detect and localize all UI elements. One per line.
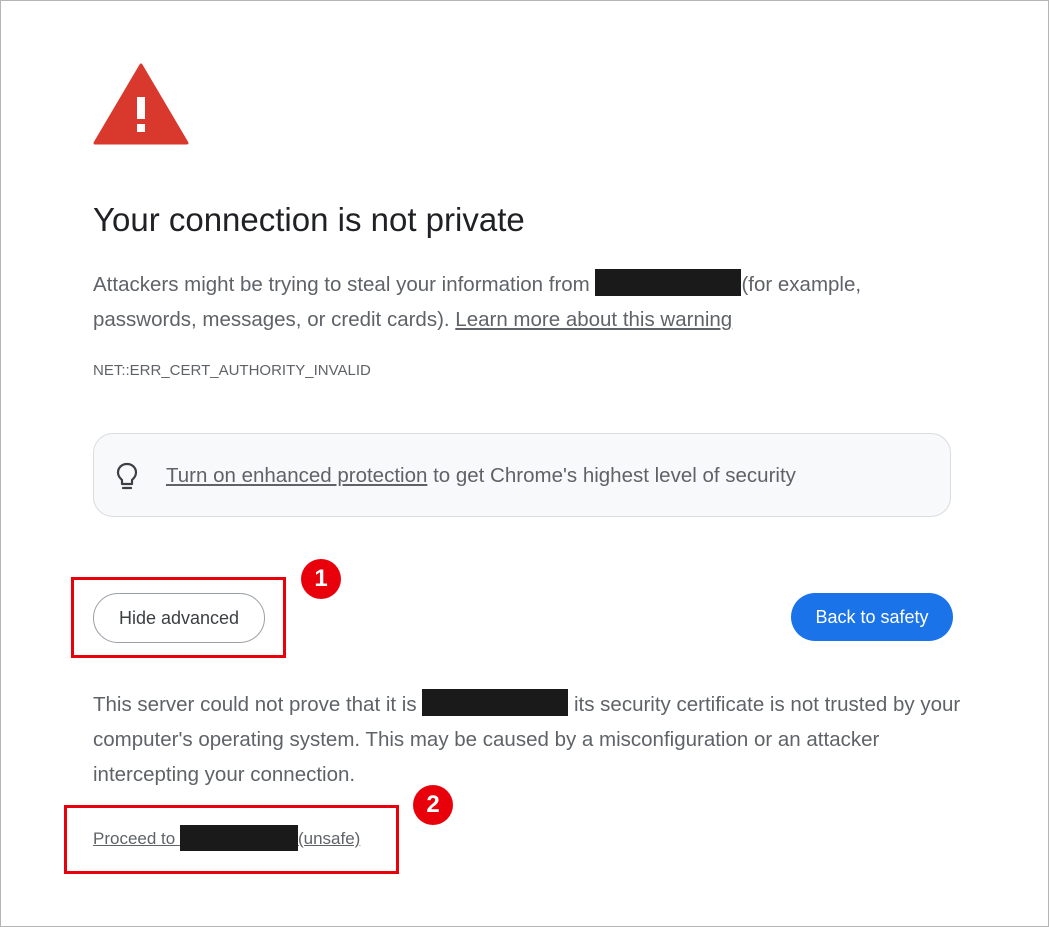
redacted-hostname xyxy=(422,689,569,716)
enhanced-protection-promo: Turn on enhanced protection to get Chrom… xyxy=(93,433,951,517)
annotation-number-2: 2 xyxy=(413,785,453,825)
browser-interstitial-page: Your connection is not private Attackers… xyxy=(0,0,1049,927)
promo-description: to get Chrome's highest level of securit… xyxy=(427,464,796,487)
promo-text: Turn on enhanced protection to get Chrom… xyxy=(166,464,796,488)
details-text-before: This server could not prove that it is xyxy=(93,693,423,716)
back-to-safety-button[interactable]: Back to safety xyxy=(791,593,953,641)
annotation-number-1: 1 xyxy=(301,559,341,599)
redacted-hostname xyxy=(595,269,742,296)
warning-description: Attackers might be trying to steal your … xyxy=(93,267,953,337)
learn-more-link[interactable]: Learn more about this warning xyxy=(455,308,732,331)
warning-triangle-icon xyxy=(93,63,189,145)
enhanced-protection-link[interactable]: Turn on enhanced protection xyxy=(166,464,427,487)
lightbulb-icon xyxy=(116,462,138,490)
annotation-box-1 xyxy=(71,577,286,658)
page-title: Your connection is not private xyxy=(93,201,525,238)
advanced-details: This server could not prove that it is i… xyxy=(93,687,963,792)
error-code: NET::ERR_CERT_AUTHORITY_INVALID xyxy=(93,362,371,379)
description-text-before: Attackers might be trying to steal your … xyxy=(93,273,596,296)
annotation-box-2 xyxy=(64,805,399,874)
